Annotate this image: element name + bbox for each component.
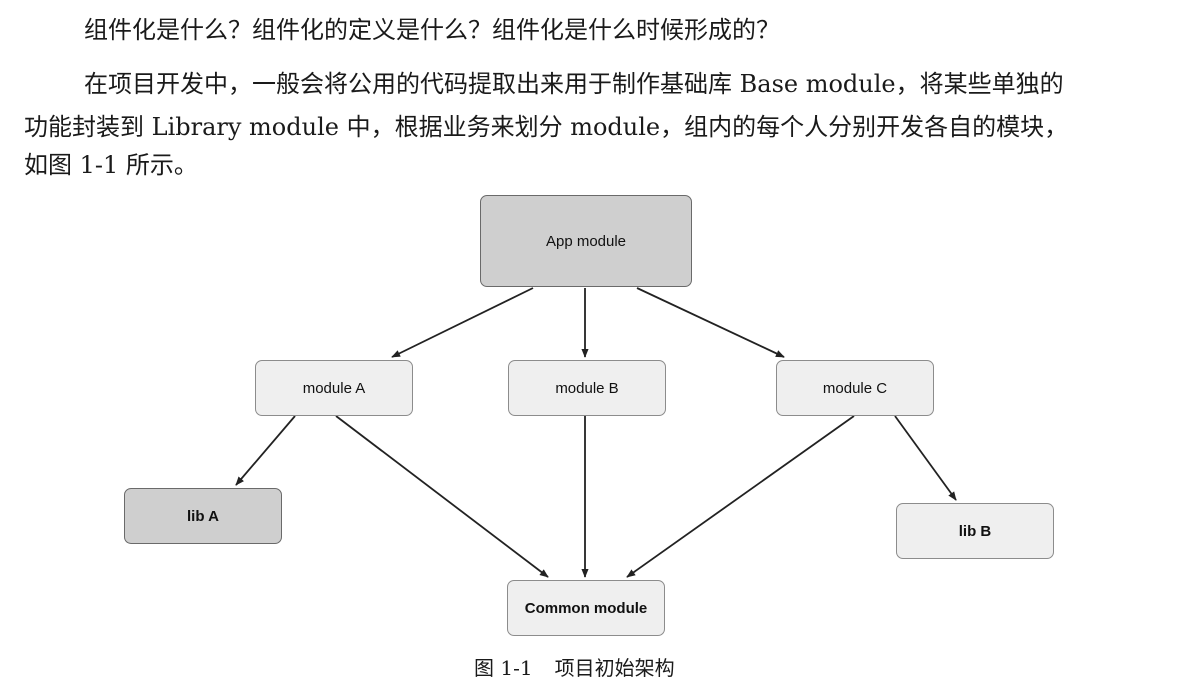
arrow-app-to-module-a — [391, 287, 534, 358]
module-a-node: module A — [255, 360, 413, 416]
figure-caption-title: 项目初始架构 — [554, 656, 675, 680]
common-module-node: Common module — [507, 580, 665, 636]
lib-b-node: lib B — [896, 503, 1054, 559]
module-b-node: module B — [508, 360, 666, 416]
figure-caption-number: 图 1-1 — [474, 656, 533, 680]
arrow-module-a-to-common — [335, 415, 549, 578]
arrow-app-to-module-c — [636, 287, 785, 358]
arrow-module-c-to-common — [626, 415, 855, 578]
module-c-node: module C — [776, 360, 934, 416]
arrow-module-a-to-lib-a — [235, 415, 296, 486]
arrow-module-c-to-lib-b — [894, 415, 957, 501]
figure-caption: 图 1-1 项目初始架构 — [474, 655, 675, 681]
lib-a-node: lib A — [124, 488, 282, 544]
app-module-node: App module — [480, 195, 692, 287]
